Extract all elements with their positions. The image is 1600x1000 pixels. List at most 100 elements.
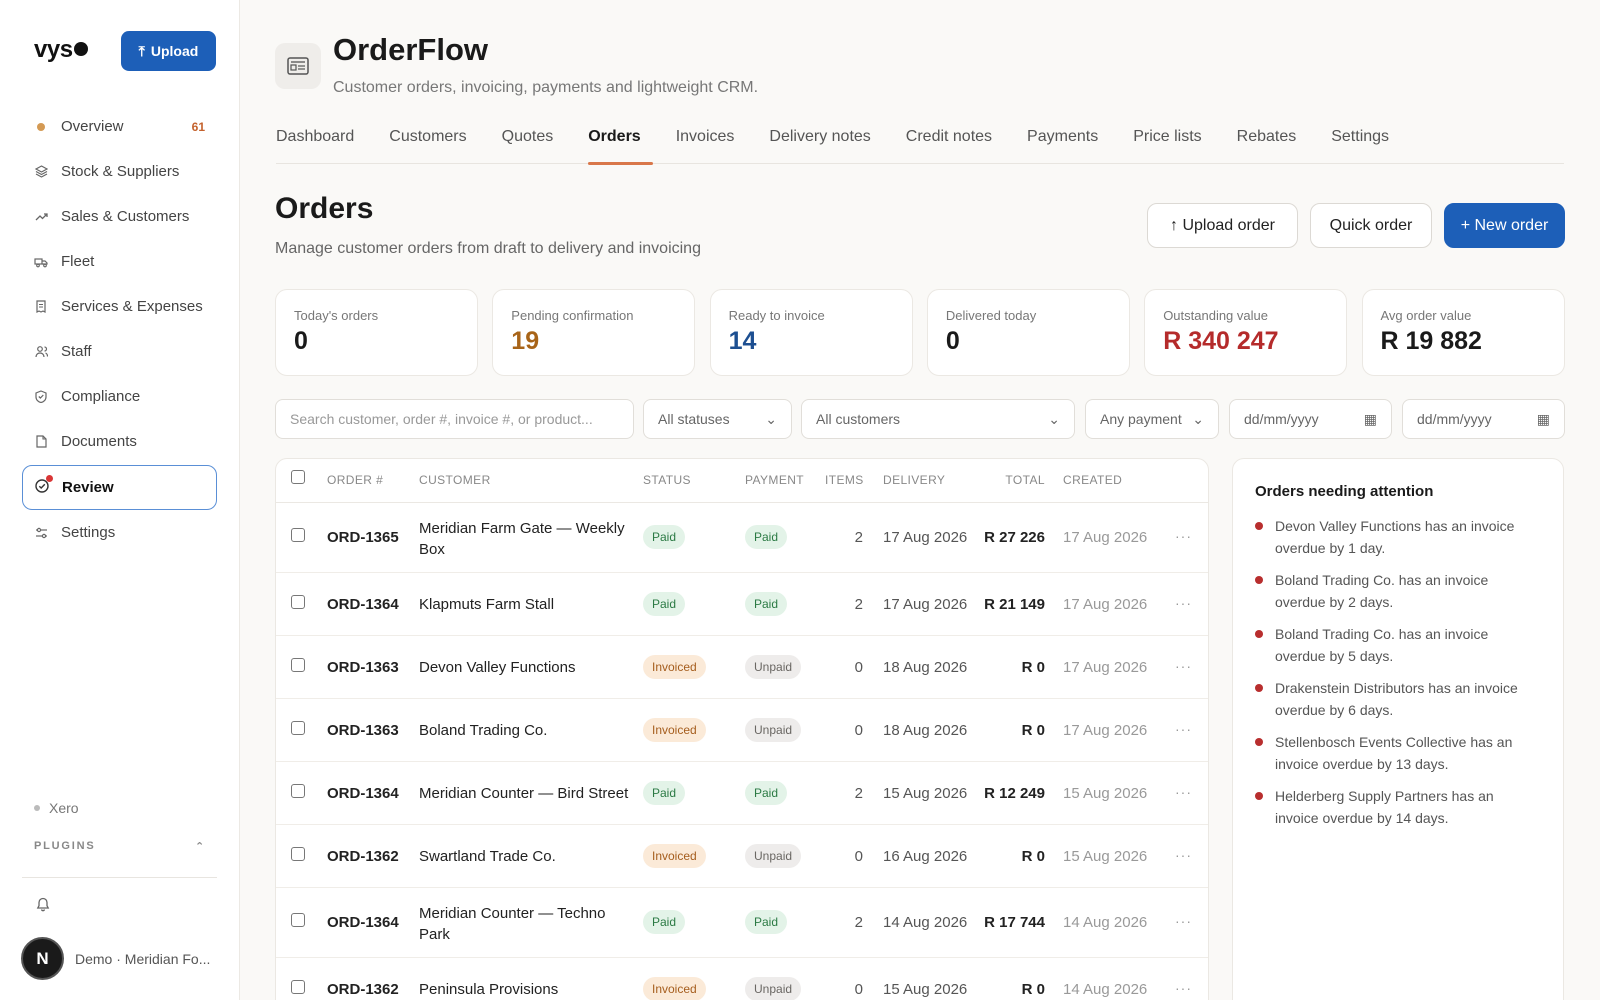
new-order-button[interactable]: + New order bbox=[1444, 203, 1565, 248]
quick-order-button[interactable]: Quick order bbox=[1310, 203, 1432, 248]
row-checkbox[interactable] bbox=[291, 595, 305, 609]
sidebar-item-services-expenses[interactable]: Services & Expenses bbox=[22, 284, 217, 329]
tab-orders[interactable]: Orders bbox=[588, 124, 654, 165]
tab-customers[interactable]: Customers bbox=[389, 124, 466, 164]
sidebar-item-staff[interactable]: Staff bbox=[22, 329, 217, 374]
sidebar-item-overview[interactable]: Overview 61 bbox=[22, 104, 217, 149]
order-id[interactable]: ORD-1362 bbox=[327, 981, 399, 998]
column-header[interactable]: CUSTOMER bbox=[419, 473, 491, 487]
tab-payments[interactable]: Payments bbox=[1027, 124, 1098, 164]
sidebar-item-sales-customers[interactable]: Sales & Customers bbox=[22, 194, 217, 239]
attention-item[interactable]: Helderberg Supply Partners has an invoic… bbox=[1255, 785, 1541, 829]
attention-item[interactable]: Drakenstein Distributors has an invoice … bbox=[1255, 677, 1541, 721]
more-options-icon[interactable]: ··· bbox=[1175, 528, 1192, 544]
user-menu[interactable]: N Demo · Meridian Fo... bbox=[21, 937, 210, 980]
date-from-value: dd/mm/yyyy bbox=[1244, 411, 1319, 427]
customer-name: Meridian Counter — Techno Park bbox=[419, 903, 634, 945]
column-header[interactable]: ORDER # bbox=[327, 473, 383, 487]
customer-select[interactable]: All customers ⌄ bbox=[801, 399, 1075, 439]
row-checkbox[interactable] bbox=[291, 721, 305, 735]
sidebar-item-fleet[interactable]: Fleet bbox=[22, 239, 217, 284]
status-badge: Paid bbox=[643, 592, 686, 616]
row-checkbox[interactable] bbox=[291, 784, 305, 798]
tab-settings[interactable]: Settings bbox=[1331, 124, 1389, 164]
column-header[interactable]: CREATED bbox=[1063, 473, 1122, 487]
stat-value: 0 bbox=[945, 327, 960, 355]
row-checkbox[interactable] bbox=[291, 980, 305, 994]
column-header[interactable]: PAYMENT bbox=[745, 473, 804, 487]
order-id[interactable]: ORD-1363 bbox=[327, 659, 399, 676]
tab-rebates[interactable]: Rebates bbox=[1237, 124, 1297, 164]
date-to-input[interactable]: dd/mm/yyyy ▦ bbox=[1402, 399, 1565, 439]
column-header[interactable]: ITEMS bbox=[825, 473, 864, 487]
order-id[interactable]: ORD-1364 bbox=[327, 914, 399, 931]
payment-badge: Unpaid bbox=[745, 844, 802, 868]
more-options-icon[interactable]: ··· bbox=[1175, 721, 1192, 737]
tab-quotes[interactable]: Quotes bbox=[502, 124, 554, 164]
integration-xero[interactable]: Xero bbox=[34, 800, 79, 816]
row-checkbox[interactable] bbox=[291, 658, 305, 672]
date-from-input[interactable]: dd/mm/yyyy ▦ bbox=[1229, 399, 1392, 439]
receipt-icon bbox=[34, 300, 48, 314]
sidebar-item-stock-suppliers[interactable]: Stock & Suppliers bbox=[22, 149, 217, 194]
attention-item[interactable]: Devon Valley Functions has an invoice ov… bbox=[1255, 515, 1541, 559]
table-row[interactable]: ORD-1363 Devon Valley Functions Invoiced Un… bbox=[276, 636, 1208, 699]
tab-invoices[interactable]: Invoices bbox=[676, 124, 735, 164]
order-id[interactable]: ORD-1363 bbox=[327, 722, 399, 739]
table-row[interactable]: ORD-1365 Meridian Farm Gate — Weekly Box Pa… bbox=[276, 503, 1208, 573]
attention-item[interactable]: Boland Trading Co. has an invoice overdu… bbox=[1255, 623, 1541, 667]
table-row[interactable]: ORD-1364 Meridian Counter — Techno Park Pai… bbox=[276, 888, 1208, 958]
order-id[interactable]: ORD-1364 bbox=[327, 785, 399, 802]
plugins-label: PLUGINS bbox=[34, 840, 96, 852]
status-select[interactable]: All statuses ⌄ bbox=[643, 399, 792, 439]
row-checkbox[interactable] bbox=[291, 913, 305, 927]
table-row[interactable]: ORD-1362 Peninsula Provisions Invoiced Unpa… bbox=[276, 958, 1208, 1000]
table-row[interactable]: ORD-1364 Meridian Counter — Bird Street Pa… bbox=[276, 762, 1208, 825]
customer-name: Devon Valley Functions bbox=[419, 659, 576, 676]
logo-text: vys bbox=[34, 36, 73, 63]
column-header[interactable]: STATUS bbox=[643, 473, 691, 487]
sidebar-item-review[interactable]: Review bbox=[22, 465, 217, 510]
table-row[interactable]: ORD-1364 Klapmuts Farm Stall Paid Paid 2 17 A… bbox=[276, 573, 1208, 636]
status-dot-icon bbox=[34, 120, 48, 134]
bell-icon[interactable] bbox=[36, 897, 50, 915]
payment-select[interactable]: Any payment ⌄ bbox=[1085, 399, 1219, 439]
attention-title: Orders needing attention bbox=[1255, 483, 1434, 500]
table-row[interactable]: ORD-1362 Swartland Trade Co. Invoiced Unpai… bbox=[276, 825, 1208, 888]
stat-value: 14 bbox=[728, 327, 757, 355]
row-checkbox[interactable] bbox=[291, 847, 305, 861]
document-icon bbox=[34, 435, 48, 449]
upload-button[interactable]: ⤒ Upload bbox=[121, 31, 216, 71]
sidebar-item-settings[interactable]: Settings bbox=[22, 510, 217, 555]
tab-delivery-notes[interactable]: Delivery notes bbox=[769, 124, 870, 164]
tab-price-lists[interactable]: Price lists bbox=[1133, 124, 1201, 164]
attention-item[interactable]: Boland Trading Co. has an invoice overdu… bbox=[1255, 569, 1541, 613]
order-id[interactable]: ORD-1362 bbox=[327, 848, 399, 865]
attention-item[interactable]: Stellenbosch Events Collective has an in… bbox=[1255, 731, 1541, 775]
stat-value: R 19 882 bbox=[1380, 327, 1482, 355]
plugins-toggle[interactable]: PLUGINS ⌃ bbox=[34, 840, 206, 853]
search-input[interactable]: Search customer, order #, invoice #, or … bbox=[275, 399, 634, 439]
more-options-icon[interactable]: ··· bbox=[1175, 847, 1192, 863]
tab-credit-notes[interactable]: Credit notes bbox=[906, 124, 992, 164]
customer-name-line: Box bbox=[419, 541, 445, 558]
upload-order-button[interactable]: ↑ Upload order bbox=[1147, 203, 1298, 248]
select-all-checkbox[interactable] bbox=[291, 470, 305, 484]
row-checkbox[interactable] bbox=[291, 528, 305, 542]
more-options-icon[interactable]: ··· bbox=[1175, 658, 1192, 674]
sidebar-item-documents[interactable]: Documents bbox=[22, 419, 217, 464]
order-id[interactable]: ORD-1365 bbox=[327, 529, 399, 546]
column-header[interactable]: DELIVERY bbox=[883, 473, 945, 487]
column-header[interactable]: TOTAL bbox=[1005, 473, 1045, 487]
stat-value: R 340 247 bbox=[1163, 327, 1279, 355]
logo[interactable]: vys bbox=[34, 36, 88, 64]
more-options-icon[interactable]: ··· bbox=[1175, 595, 1192, 611]
more-options-icon[interactable]: ··· bbox=[1175, 784, 1192, 800]
tab-dashboard[interactable]: Dashboard bbox=[276, 124, 354, 164]
more-options-icon[interactable]: ··· bbox=[1175, 913, 1192, 929]
table-row[interactable]: ORD-1363 Boland Trading Co. Invoiced Unpaid… bbox=[276, 699, 1208, 762]
created-date: 15 Aug 2026 bbox=[1063, 785, 1148, 802]
order-id[interactable]: ORD-1364 bbox=[327, 596, 399, 613]
sidebar-item-compliance[interactable]: Compliance bbox=[22, 374, 217, 419]
more-options-icon[interactable]: ··· bbox=[1175, 980, 1192, 996]
